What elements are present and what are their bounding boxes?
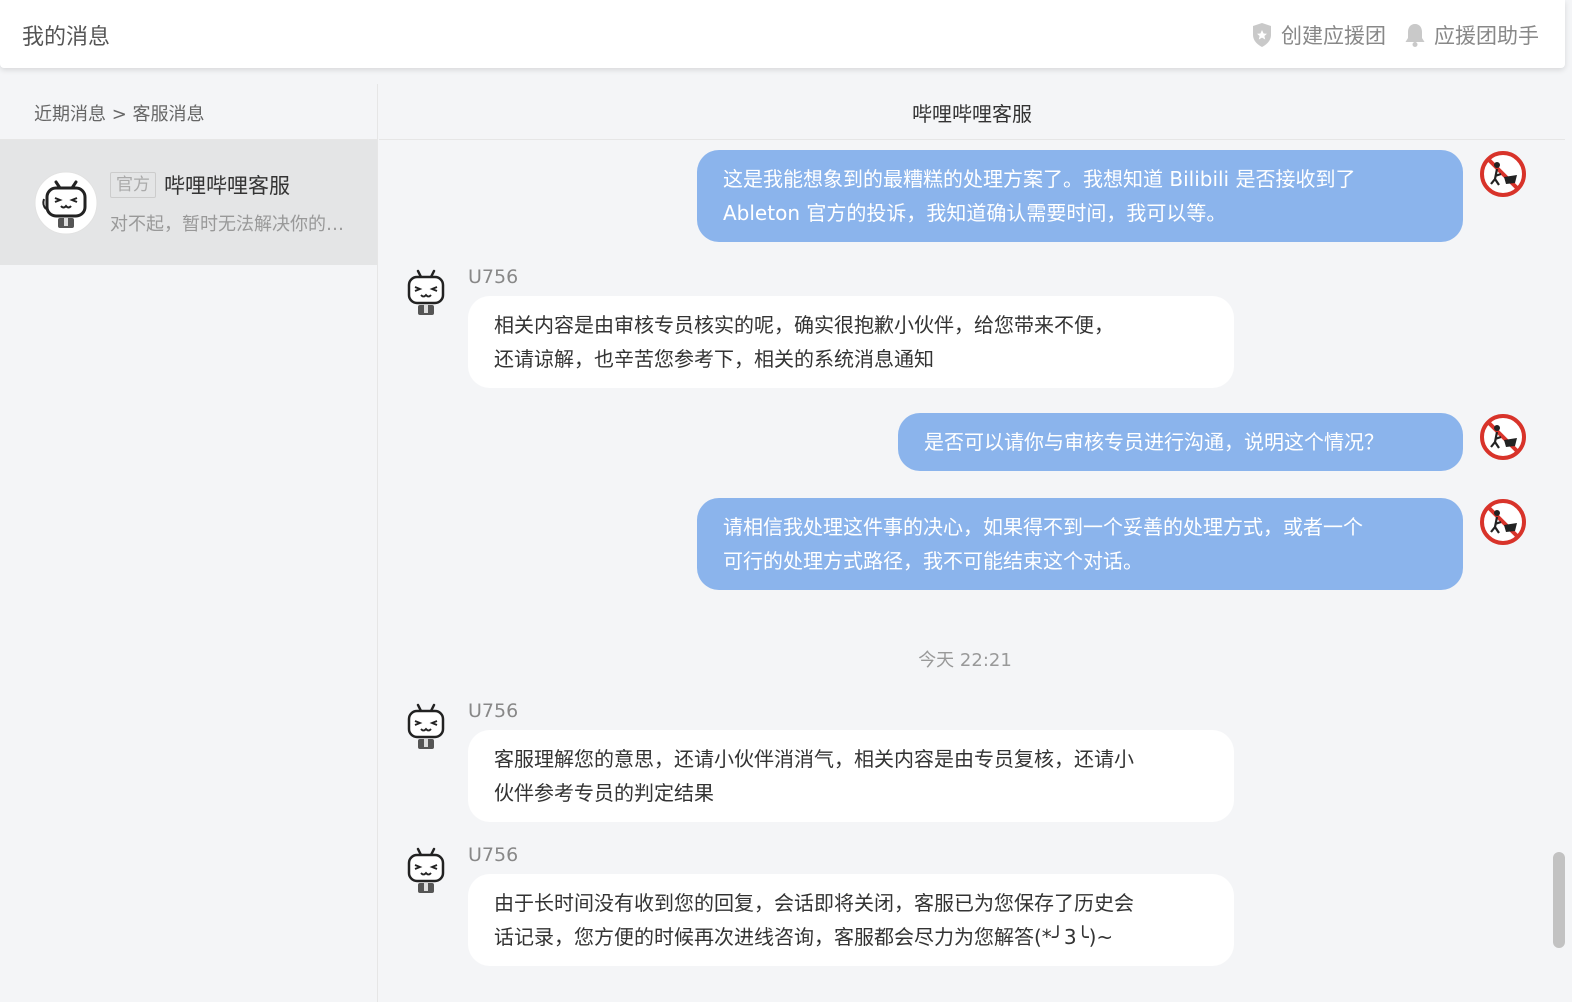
session-info: 官方 哔哩哔哩客服 对不起，暂时无法解决你的问题	[110, 170, 352, 236]
message-line: 这是我能想象到的最糟糕的处理方案了。我想知道 Bilibili 是否接收到了	[723, 167, 1356, 191]
time-divider: 今天 22:21	[918, 650, 1012, 671]
session-title-row: 官方 哔哩哔哩客服	[110, 170, 352, 200]
user-avatar[interactable]	[1479, 150, 1527, 198]
message-line: 伙伴参考专员的判定结果	[494, 781, 714, 805]
message-line: 是否可以请你与审核专员进行沟通，说明这个情况？	[924, 430, 1384, 454]
header-actions: 创建应援团 应援团助手	[1251, 20, 1539, 50]
message-line: 可行的处理方式路径，我不可能结束这个对话。	[723, 549, 1143, 573]
message-line: 相关内容是由审核专员核实的呢，确实很抱歉小伙伴，给您带来不便，	[494, 313, 1114, 337]
session-sidebar: 近期消息 > 客服消息 官方 哔哩哔哩客服 对不起，暂时无法解决你的问题	[0, 84, 378, 1002]
top-bar: 我的消息 创建应援团 应援团助手	[0, 0, 1565, 68]
chat-scrollbar[interactable]	[1553, 852, 1565, 948]
fan-group-assistant-button[interactable]: 应援团助手	[1404, 20, 1539, 50]
session-item-customer-service[interactable]: 官方 哔哩哔哩客服 对不起，暂时无法解决你的问题	[0, 140, 377, 265]
message-line: 请相信我处理这件事的决心，如果得不到一个妥善的处理方式，或者一个	[723, 515, 1363, 539]
message-line: Ableton 官方的投诉，我知道确认需要时间，我可以等。	[723, 201, 1227, 225]
message-bubble-me: 是否可以请你与审核专员进行沟通，说明这个情况？	[898, 413, 1463, 471]
agent-avatar[interactable]	[403, 846, 449, 896]
create-fan-group-label: 创建应援团	[1281, 24, 1386, 48]
message-line: 还请谅解，也辛苦您参考下，相关的系统消息通知	[494, 347, 934, 371]
page-title: 我的消息	[22, 25, 111, 50]
bell-icon	[1405, 24, 1425, 47]
create-fan-group-button[interactable]: 创建应援团	[1251, 20, 1386, 50]
session-name: 哔哩哔哩客服	[164, 173, 290, 198]
chat-panel: 哔哩哔哩客服 这是我能想象到的最糟糕的处理方案了。我想知道 Bilibili 是…	[379, 84, 1565, 1002]
session-preview: 对不起，暂时无法解决你的问题	[110, 213, 352, 235]
sender-name: U756	[468, 700, 519, 722]
fan-group-assistant-label: 应援团助手	[1434, 24, 1539, 48]
message-bubble-agent: 客服理解您的意思，还请小伙伴消消气，相关内容是由专员复核，还请小 伙伴参考专员的…	[468, 730, 1234, 822]
message-bubble-me: 这是我能想象到的最糟糕的处理方案了。我想知道 Bilibili 是否接收到了 A…	[697, 150, 1463, 242]
message-bubble-agent: 相关内容是由审核专员核实的呢，确实很抱歉小伙伴，给您带来不便， 还请谅解，也辛苦…	[468, 296, 1234, 388]
customer-service-avatar	[34, 171, 98, 234]
message-line: 话记录，您方便的时候再次进线咨询，客服都会尽力为您解答(*╯3╰)~	[494, 925, 1114, 949]
agent-avatar[interactable]	[403, 268, 449, 318]
breadcrumb: 近期消息 > 客服消息	[0, 84, 377, 140]
user-avatar[interactable]	[1479, 498, 1527, 546]
sender-name: U756	[468, 844, 519, 866]
message-bubble-agent: 由于长时间没有收到您的回复，会话即将关闭，客服已为您保存了历史会 话记录，您方便…	[468, 874, 1234, 966]
message-bubble-me: 请相信我处理这件事的决心，如果得不到一个妥善的处理方式，或者一个 可行的处理方式…	[697, 498, 1463, 590]
message-line: 由于长时间没有收到您的回复，会话即将关闭，客服已为您保存了历史会	[494, 891, 1134, 915]
message-line: 客服理解您的意思，还请小伙伴消消气，相关内容是由专员复核，还请小	[494, 747, 1134, 771]
official-badge: 官方	[110, 171, 156, 198]
agent-avatar[interactable]	[403, 702, 449, 752]
sender-name: U756	[468, 266, 519, 288]
user-avatar[interactable]	[1479, 413, 1527, 461]
shield-icon	[1253, 23, 1271, 47]
chat-title: 哔哩哔哩客服	[379, 84, 1565, 140]
